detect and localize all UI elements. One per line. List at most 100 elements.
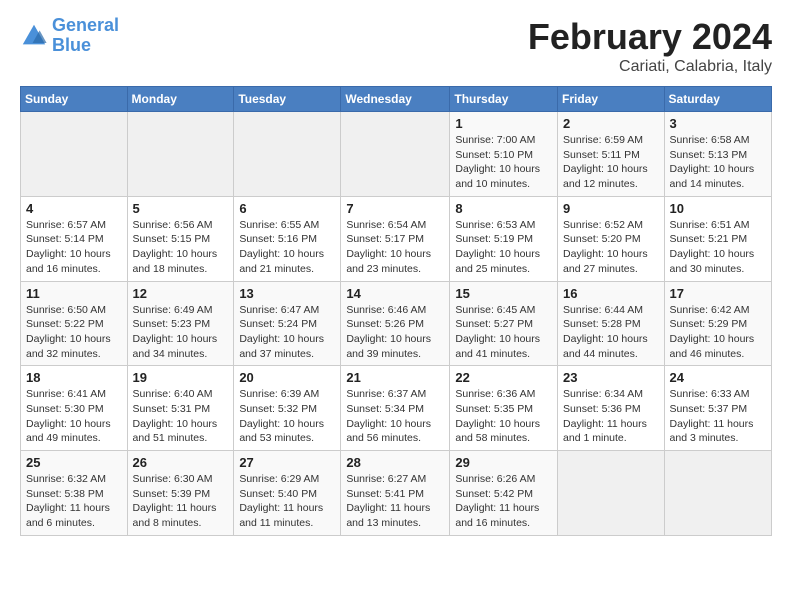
day-number: 15	[455, 286, 552, 301]
day-number: 4	[26, 201, 122, 216]
logo-icon	[20, 22, 48, 50]
calendar-cell: 21 Sunrise: 6:37 AM Sunset: 5:34 PM Dayli…	[341, 366, 450, 451]
calendar-cell: 22 Sunrise: 6:36 AM Sunset: 5:35 PM Dayli…	[450, 366, 558, 451]
calendar-week-row: 11Sunrise: 6:50 AM Sunset: 5:22 PM Dayli…	[21, 281, 772, 366]
day-number: 27	[239, 455, 335, 470]
calendar-cell: 2Sunrise: 6:59 AM Sunset: 5:11 PM Daylig…	[558, 112, 665, 197]
day-number: 13	[239, 286, 335, 301]
day-number: 23	[563, 370, 659, 385]
day-number: 14	[346, 286, 444, 301]
weekday-header: Tuesday	[234, 87, 341, 112]
day-number: 18	[26, 370, 122, 385]
day-info: Sunrise: 6:51 AM Sunset: 5:21 PM Dayligh…	[670, 218, 766, 277]
calendar-week-row: 18 Sunrise: 6:41 AM Sunset: 5:30 PM Dayli…	[21, 366, 772, 451]
calendar-cell: 5 Sunrise: 6:56 AM Sunset: 5:15 PM Daylig…	[127, 196, 234, 281]
day-number: 7	[346, 201, 444, 216]
day-info: Sunrise: 6:29 AM Sunset: 5:40 PM Dayligh…	[239, 472, 335, 531]
calendar-cell: 25 Sunrise: 6:32 AM Sunset: 5:38 PM Dayli…	[21, 451, 128, 536]
logo-text: General Blue	[52, 16, 119, 56]
day-info: Sunrise: 6:26 AM Sunset: 5:42 PM Dayligh…	[455, 472, 552, 531]
header-row: SundayMondayTuesdayWednesdayThursdayFrid…	[21, 87, 772, 112]
day-number: 21	[346, 370, 444, 385]
day-info: Sunrise: 6:34 AM Sunset: 5:36 PM Dayligh…	[563, 387, 659, 446]
calendar-cell: 10 Sunrise: 6:51 AM Sunset: 5:21 PM Dayli…	[664, 196, 771, 281]
logo-line2: Blue	[52, 35, 91, 55]
calendar-cell: 1 Sunrise: 7:00 AM Sunset: 5:10 PM Daylig…	[450, 112, 558, 197]
day-info: Sunrise: 6:57 AM Sunset: 5:14 PM Dayligh…	[26, 218, 122, 277]
day-info: Sunrise: 6:56 AM Sunset: 5:15 PM Dayligh…	[133, 218, 229, 277]
day-number: 25	[26, 455, 122, 470]
calendar-cell	[234, 112, 341, 197]
calendar-cell: 13 Sunrise: 6:47 AM Sunset: 5:24 PM Dayli…	[234, 281, 341, 366]
day-info: Sunrise: 6:46 AM Sunset: 5:26 PM Dayligh…	[346, 303, 444, 362]
day-info: Sunrise: 6:47 AM Sunset: 5:24 PM Dayligh…	[239, 303, 335, 362]
day-number: 16	[563, 286, 659, 301]
day-number: 6	[239, 201, 335, 216]
weekday-header: Monday	[127, 87, 234, 112]
day-number: 9	[563, 201, 659, 216]
day-number: 17	[670, 286, 766, 301]
day-number: 26	[133, 455, 229, 470]
day-number: 28	[346, 455, 444, 470]
day-number: 1	[455, 116, 552, 131]
day-info: Sunrise: 6:54 AM Sunset: 5:17 PM Dayligh…	[346, 218, 444, 277]
day-info: Sunrise: 6:41 AM Sunset: 5:30 PM Dayligh…	[26, 387, 122, 446]
calendar-cell: 4 Sunrise: 6:57 AM Sunset: 5:14 PM Daylig…	[21, 196, 128, 281]
weekday-header: Thursday	[450, 87, 558, 112]
day-info: Sunrise: 6:36 AM Sunset: 5:35 PM Dayligh…	[455, 387, 552, 446]
calendar-cell: 28 Sunrise: 6:27 AM Sunset: 5:41 PM Dayli…	[341, 451, 450, 536]
day-info: Sunrise: 6:32 AM Sunset: 5:38 PM Dayligh…	[26, 472, 122, 531]
calendar-cell: 18 Sunrise: 6:41 AM Sunset: 5:30 PM Dayli…	[21, 366, 128, 451]
header: General Blue February 2024 Cariati, Cala…	[20, 16, 772, 76]
day-number: 22	[455, 370, 552, 385]
calendar-cell: 20 Sunrise: 6:39 AM Sunset: 5:32 PM Dayli…	[234, 366, 341, 451]
calendar-cell: 16 Sunrise: 6:44 AM Sunset: 5:28 PM Dayli…	[558, 281, 665, 366]
calendar-week-row: 4 Sunrise: 6:57 AM Sunset: 5:14 PM Daylig…	[21, 196, 772, 281]
day-info: Sunrise: 6:44 AM Sunset: 5:28 PM Dayligh…	[563, 303, 659, 362]
day-info: Sunrise: 6:52 AM Sunset: 5:20 PM Dayligh…	[563, 218, 659, 277]
calendar-cell: 8Sunrise: 6:53 AM Sunset: 5:19 PM Daylig…	[450, 196, 558, 281]
calendar-cell: 17 Sunrise: 6:42 AM Sunset: 5:29 PM Dayli…	[664, 281, 771, 366]
calendar-week-row: 1 Sunrise: 7:00 AM Sunset: 5:10 PM Daylig…	[21, 112, 772, 197]
weekday-header: Sunday	[21, 87, 128, 112]
logo: General Blue	[20, 16, 119, 56]
calendar-cell	[664, 451, 771, 536]
calendar-cell: 29 Sunrise: 6:26 AM Sunset: 5:42 PM Dayli…	[450, 451, 558, 536]
calendar-cell	[558, 451, 665, 536]
calendar-cell: 19Sunrise: 6:40 AM Sunset: 5:31 PM Dayli…	[127, 366, 234, 451]
calendar-cell: 23 Sunrise: 6:34 AM Sunset: 5:36 PM Dayli…	[558, 366, 665, 451]
day-number: 5	[133, 201, 229, 216]
day-number: 3	[670, 116, 766, 131]
day-number: 2	[563, 116, 659, 131]
day-number: 10	[670, 201, 766, 216]
day-info: Sunrise: 6:55 AM Sunset: 5:16 PM Dayligh…	[239, 218, 335, 277]
day-info: Sunrise: 6:37 AM Sunset: 5:34 PM Dayligh…	[346, 387, 444, 446]
title-block: February 2024 Cariati, Calabria, Italy	[528, 16, 772, 76]
calendar-cell: 3Sunrise: 6:58 AM Sunset: 5:13 PM Daylig…	[664, 112, 771, 197]
day-info: Sunrise: 6:33 AM Sunset: 5:37 PM Dayligh…	[670, 387, 766, 446]
calendar-cell	[341, 112, 450, 197]
calendar-cell: 27 Sunrise: 6:29 AM Sunset: 5:40 PM Dayli…	[234, 451, 341, 536]
day-info: Sunrise: 6:42 AM Sunset: 5:29 PM Dayligh…	[670, 303, 766, 362]
calendar-title: February 2024	[528, 16, 772, 58]
weekday-header: Friday	[558, 87, 665, 112]
calendar-cell: 15 Sunrise: 6:45 AM Sunset: 5:27 PM Dayli…	[450, 281, 558, 366]
day-info: Sunrise: 6:49 AM Sunset: 5:23 PM Dayligh…	[133, 303, 229, 362]
day-number: 29	[455, 455, 552, 470]
day-info: Sunrise: 6:45 AM Sunset: 5:27 PM Dayligh…	[455, 303, 552, 362]
day-info: Sunrise: 6:27 AM Sunset: 5:41 PM Dayligh…	[346, 472, 444, 531]
day-info: Sunrise: 6:53 AM Sunset: 5:19 PM Dayligh…	[455, 218, 552, 277]
calendar-cell: 7 Sunrise: 6:54 AM Sunset: 5:17 PM Daylig…	[341, 196, 450, 281]
weekday-header: Wednesday	[341, 87, 450, 112]
day-info: Sunrise: 6:40 AM Sunset: 5:31 PM Dayligh…	[133, 387, 229, 446]
calendar-cell: 11Sunrise: 6:50 AM Sunset: 5:22 PM Dayli…	[21, 281, 128, 366]
calendar-cell: 24Sunrise: 6:33 AM Sunset: 5:37 PM Dayli…	[664, 366, 771, 451]
calendar-cell	[127, 112, 234, 197]
logo-line1: General	[52, 15, 119, 35]
day-info: Sunrise: 6:50 AM Sunset: 5:22 PM Dayligh…	[26, 303, 122, 362]
day-number: 20	[239, 370, 335, 385]
weekday-header: Saturday	[664, 87, 771, 112]
day-info: Sunrise: 6:39 AM Sunset: 5:32 PM Dayligh…	[239, 387, 335, 446]
day-info: Sunrise: 7:00 AM Sunset: 5:10 PM Dayligh…	[455, 133, 552, 192]
calendar-cell	[21, 112, 128, 197]
